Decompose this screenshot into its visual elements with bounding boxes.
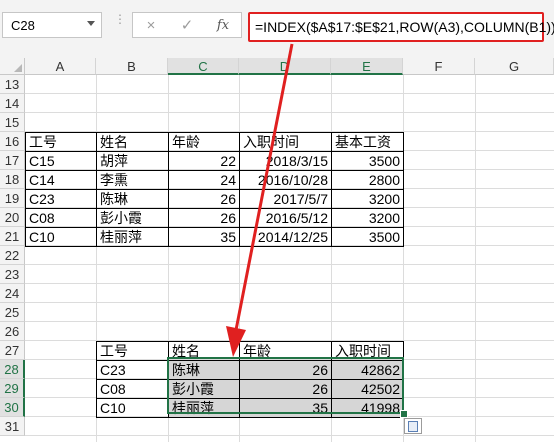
enter-icon[interactable]: ✓ — [177, 16, 197, 36]
row-header-26[interactable]: 26 — [0, 322, 25, 341]
source_table-cell[interactable]: 2014/12/25 — [239, 227, 332, 247]
source_table-cell[interactable]: 3200 — [331, 208, 404, 228]
row-header-20[interactable]: 20 — [0, 208, 25, 227]
column-header-b[interactable]: B — [96, 58, 168, 75]
row-header-22[interactable]: 22 — [0, 246, 25, 265]
source_table-cell[interactable]: C15 — [25, 151, 97, 171]
source_table-cell[interactable]: 22 — [168, 151, 240, 171]
column-header-c[interactable]: C — [168, 58, 239, 75]
result_table-cell[interactable]: C08 — [96, 379, 169, 399]
row-header-28[interactable]: 28 — [0, 360, 25, 379]
source_table-header-cell[interactable]: 入职时间 — [239, 132, 332, 152]
source_table-cell[interactable]: 26 — [168, 189, 240, 209]
source_table-cell[interactable]: 2016/10/28 — [239, 170, 332, 190]
column-header-g[interactable]: G — [475, 58, 554, 75]
row-header-21[interactable]: 21 — [0, 227, 25, 246]
cancel-icon[interactable]: × — [141, 16, 161, 36]
row-header-19[interactable]: 19 — [0, 189, 25, 208]
row-header-13[interactable]: 13 — [0, 75, 25, 94]
column-header-d[interactable]: D — [239, 58, 331, 75]
quick-analysis-icon[interactable] — [404, 418, 422, 434]
chevron-down-icon[interactable] — [87, 21, 95, 26]
source_table-cell[interactable]: 35 — [168, 227, 240, 247]
source_table-cell[interactable]: 2017/5/7 — [239, 189, 332, 209]
source_table-cell[interactable]: 2800 — [331, 170, 404, 190]
fill-handle[interactable] — [400, 410, 408, 418]
source_table-cell[interactable]: C23 — [25, 189, 97, 209]
result_table-header-cell[interactable]: 工号 — [96, 341, 169, 361]
source_table-header-cell[interactable]: 工号 — [25, 132, 97, 152]
formula-input[interactable]: =INDEX($A$17:$E$21,ROW(A3),COLUMN(B1)) — [248, 12, 554, 42]
name-box-value: C28 — [11, 18, 35, 33]
source_table-cell[interactable]: C08 — [25, 208, 97, 228]
row-header-30[interactable]: 30 — [0, 398, 25, 417]
selection-range[interactable] — [167, 357, 404, 414]
row-header-27[interactable]: 27 — [0, 341, 25, 360]
result_table-cell[interactable]: C10 — [96, 398, 169, 418]
select-all-button[interactable] — [0, 58, 25, 75]
source_table-cell[interactable]: 3500 — [331, 227, 404, 247]
source_table-header-cell[interactable]: 年龄 — [168, 132, 240, 152]
source_table-cell[interactable]: 3500 — [331, 151, 404, 171]
column-header-f[interactable]: F — [403, 58, 475, 75]
drag-handle-icon[interactable]: ⋮ — [114, 13, 126, 25]
row-header-18[interactable]: 18 — [0, 170, 25, 189]
source_table-cell[interactable]: 彭小霞 — [96, 208, 169, 228]
result_table-cell[interactable]: C23 — [96, 360, 169, 380]
row-header-15[interactable]: 15 — [0, 113, 25, 132]
source_table-cell[interactable]: 陈琳 — [96, 189, 169, 209]
insert-function-icon[interactable]: fx — [213, 16, 233, 36]
source_table-cell[interactable]: 2018/3/15 — [239, 151, 332, 171]
source_table-cell[interactable]: 2016/5/12 — [239, 208, 332, 228]
source_table-cell[interactable]: 3200 — [331, 189, 404, 209]
row-header-23[interactable]: 23 — [0, 265, 25, 284]
source_table-header-cell[interactable]: 姓名 — [96, 132, 169, 152]
formula-bar: C28 ⋮ × ✓ fx =INDEX($A$17:$E$21,ROW(A3),… — [0, 0, 554, 59]
column-header-e[interactable]: E — [331, 58, 403, 75]
formula-buttons: × ✓ fx — [132, 12, 242, 38]
row-header-17[interactable]: 17 — [0, 151, 25, 170]
row-header-29[interactable]: 29 — [0, 379, 25, 398]
row-header-14[interactable]: 14 — [0, 94, 25, 113]
source_table-header-cell[interactable]: 基本工资 — [331, 132, 404, 152]
row-header-24[interactable]: 24 — [0, 284, 25, 303]
source_table-cell[interactable]: 李熏 — [96, 170, 169, 190]
row-header-25[interactable]: 25 — [0, 303, 25, 322]
source_table-cell[interactable]: 26 — [168, 208, 240, 228]
source_table-cell[interactable]: 24 — [168, 170, 240, 190]
name-box[interactable]: C28 — [2, 12, 102, 38]
source_table-cell[interactable]: C10 — [25, 227, 97, 247]
row-header-16[interactable]: 16 — [0, 132, 25, 151]
source_table-cell[interactable]: 胡萍 — [96, 151, 169, 171]
source_table-cell[interactable]: C14 — [25, 170, 97, 190]
source_table-cell[interactable]: 桂丽萍 — [96, 227, 169, 247]
formula-text: =INDEX($A$17:$E$21,ROW(A3),COLUMN(B1)) — [255, 19, 554, 35]
row-header-31[interactable]: 31 — [0, 417, 25, 436]
column-header-a[interactable]: A — [25, 58, 96, 75]
